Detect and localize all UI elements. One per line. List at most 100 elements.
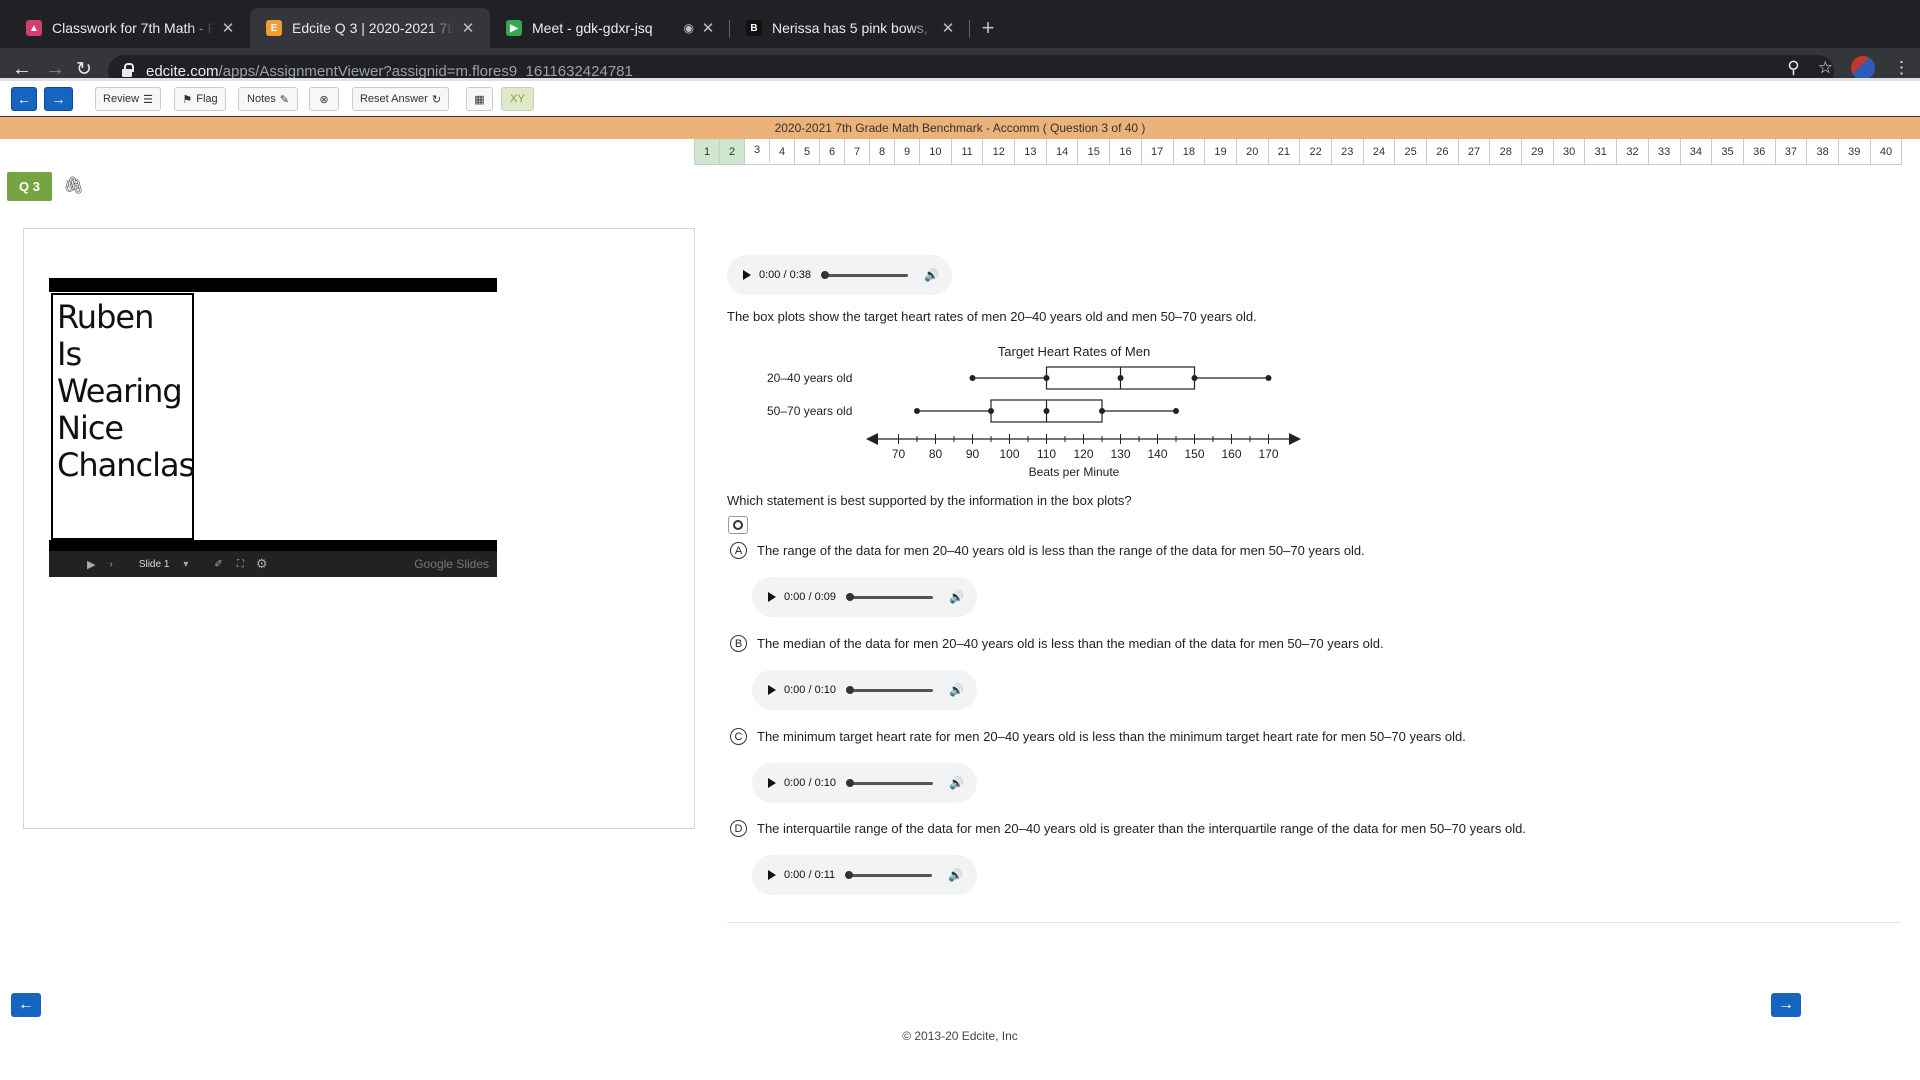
audio-progress-slider[interactable] [845, 870, 933, 879]
question-number-18[interactable]: 18 [1174, 139, 1206, 164]
option-b-text[interactable]: The median of the data for men 20–40 yea… [757, 636, 1384, 651]
question-number-39[interactable]: 39 [1839, 139, 1871, 164]
option-a-text[interactable]: The range of the data for men 20–40 year… [757, 543, 1365, 558]
attachment-icon[interactable]: 🖇 [63, 176, 85, 196]
question-number-24[interactable]: 24 [1364, 139, 1396, 164]
close-tab-icon[interactable]: ✕ [940, 19, 956, 37]
question-number-35[interactable]: 35 [1712, 139, 1744, 164]
question-number-38[interactable]: 38 [1807, 139, 1839, 164]
browser-menu-icon[interactable]: ⋮ [1893, 58, 1910, 78]
calculator-button[interactable]: ▦ [466, 87, 493, 111]
question-number-6[interactable]: 6 [820, 139, 845, 164]
question-number-3[interactable]: 3 [745, 139, 770, 164]
question-number-21[interactable]: 21 [1269, 139, 1301, 164]
next-slide-icon[interactable]: › [109, 559, 112, 570]
browser-tab[interactable]: ▲ Classwork for 7th Math - Reinit ✕ [10, 8, 250, 48]
question-number-11[interactable]: 11 [952, 139, 984, 164]
volume-icon[interactable]: 🔊 [949, 683, 964, 697]
next-question-button[interactable]: → [1771, 993, 1801, 1017]
question-number-10[interactable]: 10 [920, 139, 952, 164]
question-number-5[interactable]: 5 [795, 139, 820, 164]
question-number-19[interactable]: 19 [1205, 139, 1237, 164]
google-slides-embed[interactable]: Ruben Is Wearing Nice Chanclas ▶ › Slide 1 ▾… [49, 278, 497, 577]
bookmark-star-icon[interactable]: ☆ [1818, 58, 1833, 78]
play-icon[interactable]: ▶ [87, 558, 95, 571]
question-number-37[interactable]: 37 [1776, 139, 1808, 164]
question-number-15[interactable]: 15 [1078, 139, 1111, 164]
question-number-2[interactable]: 2 [720, 139, 745, 164]
new-tab-button[interactable]: + [970, 8, 1006, 48]
question-number-14[interactable]: 14 [1047, 139, 1079, 164]
option-d-audio-player[interactable]: 0:00 / 0:11 🔊 [752, 855, 977, 895]
question-number-1[interactable]: 1 [695, 139, 720, 164]
audio-progress-slider[interactable] [846, 592, 933, 601]
question-number-4[interactable]: 4 [770, 139, 795, 164]
question-number-13[interactable]: 13 [1015, 139, 1047, 164]
play-icon[interactable] [768, 778, 776, 788]
play-icon[interactable] [768, 592, 776, 602]
browser-tab[interactable]: ▶ Meet - gdk-gdxr-jsq ◉ ✕ [490, 8, 730, 48]
question-number-23[interactable]: 23 [1332, 139, 1364, 164]
volume-icon[interactable]: 🔊 [924, 268, 939, 282]
question-number-30[interactable]: 30 [1554, 139, 1586, 164]
play-icon[interactable] [743, 270, 751, 280]
question-number-27[interactable]: 27 [1459, 139, 1491, 164]
volume-icon[interactable]: 🔊 [949, 776, 964, 790]
option-c-text[interactable]: The minimum target heart rate for men 20… [757, 729, 1466, 744]
question-number-25[interactable]: 25 [1395, 139, 1427, 164]
question-number-9[interactable]: 9 [895, 139, 920, 164]
close-tab-icon[interactable]: ✕ [220, 19, 236, 37]
option-d-text[interactable]: The interquartile range of the data for … [757, 821, 1526, 836]
option-a-radio[interactable]: A [730, 542, 747, 559]
eliminator-button[interactable]: ⊗ [309, 87, 339, 111]
volume-icon[interactable]: 🔊 [948, 868, 963, 882]
pencil-icon[interactable]: ✐ [214, 559, 222, 570]
close-tab-icon[interactable]: ✕ [700, 19, 716, 37]
option-c-audio-player[interactable]: 0:00 / 0:10 🔊 [752, 763, 977, 803]
question-number-28[interactable]: 28 [1490, 139, 1523, 164]
previous-question-button[interactable]: ← [11, 993, 41, 1017]
audio-progress-slider[interactable] [846, 685, 933, 694]
question-number-17[interactable]: 17 [1142, 139, 1174, 164]
browser-tab[interactable]: E Edcite Q 3 | 2020-2021 7th Gra ✕ [250, 8, 490, 48]
question-number-34[interactable]: 34 [1681, 139, 1713, 164]
option-c-radio[interactable]: C [730, 728, 747, 745]
audio-progress-slider[interactable] [821, 270, 908, 279]
prompt-audio-player[interactable]: 0:00 / 0:38 🔊 [727, 255, 952, 295]
question-number-26[interactable]: 26 [1427, 139, 1459, 164]
review-button[interactable]: Review ☰ [95, 87, 161, 111]
volume-icon[interactable]: 🔊 [949, 590, 964, 604]
flag-button[interactable]: ⚑ Flag [174, 87, 226, 111]
question-number-22[interactable]: 22 [1300, 139, 1332, 164]
question-number-12[interactable]: 12 [983, 139, 1016, 164]
next-arrow-button[interactable]: → [44, 87, 73, 111]
question-number-31[interactable]: 31 [1585, 139, 1618, 164]
question-number-29[interactable]: 29 [1522, 139, 1554, 164]
audio-progress-slider[interactable] [846, 778, 933, 787]
question-number-40[interactable]: 40 [1871, 139, 1903, 164]
question-number-36[interactable]: 36 [1744, 139, 1776, 164]
reset-answer-button[interactable]: Reset Answer ↻ [352, 87, 449, 111]
browser-tab[interactable]: B Nerissa has 5 pink bows, 1 blue ✕ [730, 8, 970, 48]
question-number-8[interactable]: 8 [870, 139, 895, 164]
fullscreen-icon[interactable]: ⛶ [237, 559, 244, 570]
option-a-audio-player[interactable]: 0:00 / 0:09 🔊 [752, 577, 977, 617]
chevron-down-icon[interactable]: ▾ [183, 559, 188, 570]
play-icon[interactable] [768, 870, 776, 880]
option-d-radio[interactable]: D [730, 820, 747, 837]
close-tab-icon[interactable]: ✕ [460, 19, 476, 37]
previous-arrow-button[interactable]: ← [11, 87, 37, 111]
settings-gear-icon[interactable]: ⚙ [256, 556, 268, 572]
option-b-radio[interactable]: B [730, 635, 747, 652]
option-b-audio-player[interactable]: 0:00 / 0:10 🔊 [752, 670, 977, 710]
eliminator-toggle-icon[interactable] [728, 516, 748, 534]
question-number-20[interactable]: 20 [1237, 139, 1269, 164]
question-number-32[interactable]: 32 [1617, 139, 1649, 164]
slide-selector[interactable]: Slide 1 [139, 559, 170, 570]
notes-button[interactable]: Notes ✎ [238, 87, 298, 111]
question-number-7[interactable]: 7 [845, 139, 870, 164]
question-number-33[interactable]: 33 [1649, 139, 1681, 164]
zoom-icon[interactable]: ⚲ [1787, 58, 1799, 78]
question-number-16[interactable]: 16 [1110, 139, 1142, 164]
profile-avatar[interactable] [1851, 56, 1875, 80]
